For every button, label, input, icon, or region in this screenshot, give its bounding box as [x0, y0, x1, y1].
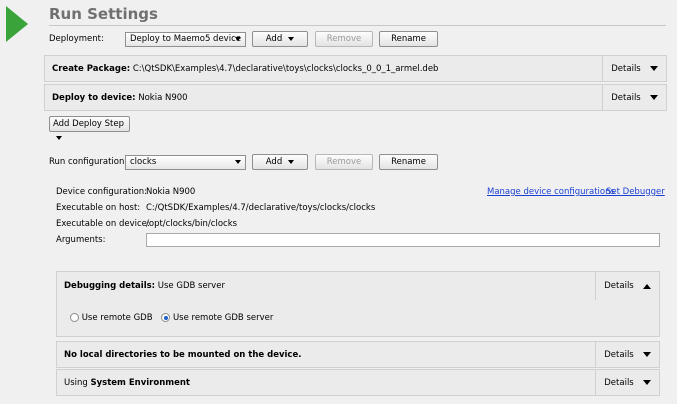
- deployment-rename-button[interactable]: Rename: [379, 31, 438, 47]
- deployment-remove-button[interactable]: Remove: [315, 31, 373, 47]
- run-icon: [6, 6, 28, 42]
- debugger-options: Use remote GDB Use remote GDB server: [70, 313, 273, 323]
- use-remote-gdb-server-option[interactable]: Use remote GDB server: [161, 313, 273, 323]
- details-label: Details: [604, 377, 634, 388]
- mounts-panel: No local directories to be mounted on th…: [56, 341, 660, 368]
- mounts-title: No local directories to be mounted on th…: [64, 349, 302, 360]
- debugging-details-summary: Debugging details: Use GDB server: [57, 281, 595, 291]
- deploy-to-device-panel: Deploy to device: Nokia N900 Details: [44, 84, 667, 111]
- chevron-down-icon: [649, 66, 658, 71]
- create-package-summary: Create Package: C:\QtSDK\Examples\4.7\de…: [45, 64, 602, 74]
- deployment-label: Deployment:: [49, 34, 104, 44]
- debugging-details-button[interactable]: Details: [595, 272, 659, 300]
- deploy-to-device-summary: Deploy to device: Nokia N900: [45, 93, 602, 103]
- chevron-down-icon: [235, 160, 241, 164]
- environment-summary: Using System Environment: [57, 378, 595, 388]
- create-package-details-button[interactable]: Details: [602, 56, 666, 81]
- device-configuration-label: Device configuration:: [56, 187, 148, 197]
- debugging-details-panel: Debugging details: Use GDB server Detail…: [56, 271, 660, 337]
- create-package-panel: Create Package: C:\QtSDK\Examples\4.7\de…: [44, 55, 667, 82]
- deployment-select[interactable]: Deploy to Maemo5 device: [125, 32, 246, 47]
- add-deploy-step-label: Add Deploy Step: [53, 119, 124, 129]
- create-package-title: Create Package:: [52, 63, 131, 74]
- use-remote-gdb-label: Use remote GDB: [81, 313, 153, 323]
- run-configuration-label: Run configuration:: [49, 157, 128, 167]
- deployment-add-label: Add: [265, 34, 283, 44]
- arguments-label: Arguments:: [56, 235, 106, 245]
- details-label: Details: [604, 281, 634, 291]
- run-config-add-button[interactable]: Add: [252, 154, 308, 170]
- deploy-to-device-value: Nokia N900: [138, 92, 188, 103]
- executable-on-device-label: Executable on device:: [56, 219, 150, 229]
- chevron-down-icon: [56, 135, 62, 140]
- mounts-details-button[interactable]: Details: [595, 342, 659, 367]
- run-configuration-select[interactable]: clocks: [125, 155, 246, 170]
- executable-on-host-label: Executable on host:: [56, 203, 141, 213]
- device-configuration-value: Nokia N900: [146, 187, 196, 197]
- run-configuration-select-value: clocks: [130, 157, 157, 167]
- run-config-rename-button[interactable]: Rename: [379, 154, 438, 170]
- environment-prefix: Using: [64, 377, 88, 388]
- details-label: Details: [611, 92, 641, 103]
- chevron-down-icon: [288, 159, 295, 164]
- executable-on-host-value: C:/QtSDK/Examples/4.7/declarative/toys/c…: [146, 203, 376, 213]
- chevron-down-icon: [235, 37, 241, 41]
- radio-on-icon: [161, 313, 171, 322]
- details-label: Details: [604, 349, 634, 360]
- run-config-add-label: Add: [265, 157, 283, 167]
- environment-name: System Environment: [90, 377, 191, 388]
- details-label: Details: [611, 63, 641, 74]
- executable-on-device-value: /opt/clocks/bin/clocks: [146, 219, 238, 229]
- debugging-details-title: Debugging details:: [64, 281, 156, 291]
- chevron-up-icon: [642, 283, 651, 289]
- run-config-remove-button[interactable]: Remove: [315, 154, 373, 170]
- title-divider: [49, 25, 666, 26]
- arguments-input[interactable]: [146, 233, 660, 247]
- deployment-add-button[interactable]: Add: [252, 31, 308, 47]
- manage-device-configurations-link[interactable]: Manage device configurations: [487, 187, 615, 197]
- radio-off-icon: [70, 313, 79, 322]
- page-title: Run Settings: [49, 5, 158, 23]
- set-debugger-link[interactable]: Set Debugger: [606, 187, 665, 197]
- chevron-down-icon: [649, 95, 658, 100]
- environment-panel: Using System Environment Details: [56, 369, 660, 396]
- chevron-down-icon: [642, 380, 651, 385]
- debugging-details-value: Use GDB server: [157, 281, 225, 291]
- deploy-to-device-details-button[interactable]: Details: [602, 85, 666, 110]
- deploy-to-device-title: Deploy to device:: [52, 92, 136, 103]
- add-deploy-step-button[interactable]: Add Deploy Step: [49, 116, 130, 140]
- environment-details-button[interactable]: Details: [595, 370, 659, 395]
- create-package-value: C:\QtSDK\Examples\4.7\declarative\toys\c…: [132, 63, 439, 74]
- deployment-select-value: Deploy to Maemo5 device: [130, 34, 241, 44]
- use-remote-gdb-server-label: Use remote GDB server: [172, 313, 274, 323]
- chevron-down-icon: [288, 36, 295, 41]
- chevron-down-icon: [642, 352, 651, 357]
- use-remote-gdb-option[interactable]: Use remote GDB: [70, 313, 153, 323]
